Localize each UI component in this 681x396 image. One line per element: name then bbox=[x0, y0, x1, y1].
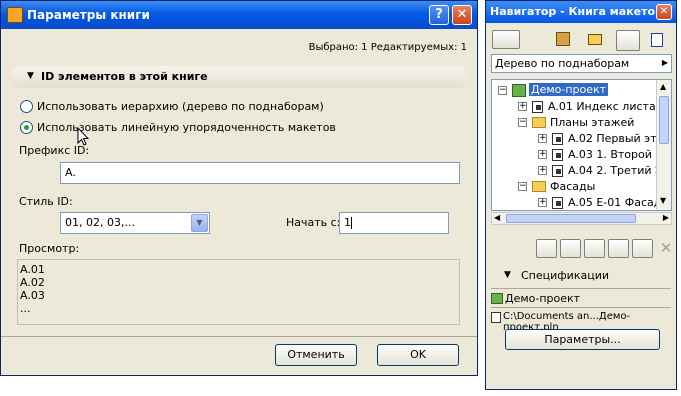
start-input-value: 1 bbox=[344, 216, 351, 229]
scroll-down-icon[interactable]: ▼ bbox=[660, 196, 666, 205]
folder-icon bbox=[532, 181, 546, 192]
scroll-up-icon[interactable]: ▲ bbox=[660, 82, 666, 91]
tree-scrollbar[interactable]: ▲ ▼ bbox=[656, 80, 671, 210]
prefix-label: Префикс ID: bbox=[19, 144, 90, 157]
tree-item-label: Планы этажей bbox=[550, 116, 635, 129]
scroll-left-icon[interactable]: ◀ bbox=[494, 213, 500, 222]
preview-box: A.01 A.02 A.03 ... bbox=[17, 259, 460, 325]
tree-hscrollbar[interactable]: ◀ ▶ bbox=[491, 212, 672, 225]
book-icon bbox=[512, 84, 526, 97]
separator bbox=[1, 336, 477, 337]
divider bbox=[491, 288, 671, 289]
view-select[interactable]: Дерево по поднаборам ▶ bbox=[491, 54, 672, 73]
sheet-icon bbox=[552, 197, 563, 209]
prefix-input[interactable]: A. bbox=[60, 162, 460, 184]
parameters-button[interactable]: Параметры... bbox=[505, 329, 660, 350]
radio-hierarchy-label[interactable]: Использовать иерархию (дерево по поднабо… bbox=[37, 100, 324, 113]
collapse-icon[interactable]: − bbox=[518, 118, 527, 127]
radio-linear[interactable] bbox=[20, 121, 33, 134]
scroll-right-icon[interactable]: ▶ bbox=[663, 213, 669, 222]
new-master-icon[interactable] bbox=[560, 239, 581, 258]
specs-triangle-icon[interactable]: ▼ bbox=[504, 270, 511, 280]
cancel-button[interactable]: Отменить bbox=[275, 344, 357, 366]
hscroll-thumb[interactable] bbox=[506, 214, 636, 223]
radio-hierarchy[interactable] bbox=[20, 100, 33, 113]
start-input[interactable]: 1 bbox=[339, 212, 449, 234]
tree-item-label: A.03 1. Второй Э bbox=[568, 148, 664, 161]
style-select-value: 01, 02, 03,... bbox=[65, 216, 135, 229]
chevron-down-icon[interactable]: ▼ bbox=[191, 214, 208, 232]
start-label: Начать с: bbox=[286, 216, 341, 229]
help-button[interactable]: ? bbox=[429, 5, 449, 25]
preview-line: A.03 bbox=[20, 289, 45, 302]
project-icon bbox=[491, 293, 503, 304]
navigator-menu-icon[interactable] bbox=[492, 30, 520, 49]
view-select-value: Дерево по поднаборам bbox=[495, 57, 630, 70]
project-map-icon[interactable] bbox=[556, 32, 570, 46]
navigator-titlebar[interactable]: Навигатор - Книга макетов ✕ bbox=[486, 1, 676, 23]
preview-line: A.02 bbox=[20, 276, 45, 289]
delete-icon[interactable]: ✕ bbox=[656, 239, 676, 258]
sheet-icon bbox=[552, 149, 563, 161]
dialog-title: Параметры книги bbox=[27, 8, 150, 22]
expand-icon[interactable]: + bbox=[518, 102, 527, 111]
new-folder-icon[interactable] bbox=[608, 239, 629, 258]
collapse-icon[interactable]: − bbox=[498, 86, 507, 95]
navigator-close-button[interactable]: ✕ bbox=[656, 4, 672, 20]
tree-item-label: Демо-проект bbox=[529, 83, 609, 96]
new-layout-icon[interactable] bbox=[536, 239, 557, 258]
layout-tree[interactable]: − Демо-проект + A.01 Индекс листа − План… bbox=[491, 79, 672, 211]
expand-icon[interactable]: + bbox=[538, 134, 547, 143]
layout-book-icon[interactable] bbox=[616, 30, 640, 51]
update-icon[interactable] bbox=[632, 239, 653, 258]
ok-button[interactable]: OK bbox=[377, 344, 459, 366]
project-name: Демо-проект bbox=[505, 292, 581, 305]
file-icon bbox=[491, 312, 501, 323]
tree-item-label: A.05 E-01 Фасад bbox=[568, 196, 662, 209]
selection-info: Выбрано: 1 Редактируемых: 1 bbox=[308, 42, 467, 53]
expand-icon[interactable]: + bbox=[538, 150, 547, 159]
new-subset-icon[interactable] bbox=[584, 239, 605, 258]
style-label: Стиль ID: bbox=[19, 195, 73, 208]
scroll-thumb[interactable] bbox=[659, 96, 669, 144]
collapse-icon[interactable]: − bbox=[518, 182, 527, 191]
divider bbox=[491, 307, 671, 308]
text-caret bbox=[351, 217, 352, 229]
dialog-titlebar[interactable]: Параметры книги ? ✕ bbox=[1, 1, 477, 29]
app-icon bbox=[7, 7, 23, 23]
sheet-icon bbox=[532, 101, 543, 113]
navigator-palette: Навигатор - Книга макетов ✕ Дерево по по… bbox=[485, 0, 677, 390]
tree-item-label: A.04 2. Третий Э bbox=[568, 164, 663, 177]
close-button[interactable]: ✕ bbox=[452, 5, 472, 25]
book-settings-dialog: Параметры книги ? ✕ Выбрано: 1 Редактиру… bbox=[0, 0, 478, 376]
expand-icon[interactable]: + bbox=[538, 198, 547, 207]
triangle-right-icon: ▶ bbox=[661, 58, 668, 67]
tree-item-label: A.01 Индекс листа bbox=[548, 100, 656, 113]
navigator-title: Навигатор - Книга макетов bbox=[490, 5, 663, 18]
preview-label: Просмотр: bbox=[19, 242, 80, 255]
folder-icon bbox=[532, 117, 546, 128]
sheet-icon bbox=[552, 165, 563, 177]
id-section-header[interactable]: ▼ ID элементов в этой книге bbox=[11, 66, 467, 88]
preview-line: A.01 bbox=[20, 263, 45, 276]
expand-icon[interactable]: + bbox=[538, 166, 547, 175]
tree-item-label: Фасады bbox=[550, 180, 596, 193]
style-select[interactable]: 01, 02, 03,... ▼ bbox=[60, 212, 210, 234]
view-map-icon[interactable] bbox=[588, 34, 602, 45]
specs-title: Спецификации bbox=[521, 269, 609, 282]
section-title: ID элементов в этой книге bbox=[41, 70, 208, 83]
preview-line: ... bbox=[20, 302, 31, 315]
sheet-icon bbox=[552, 133, 563, 145]
triangle-down-icon: ▼ bbox=[27, 71, 34, 81]
publisher-icon[interactable] bbox=[651, 33, 663, 47]
